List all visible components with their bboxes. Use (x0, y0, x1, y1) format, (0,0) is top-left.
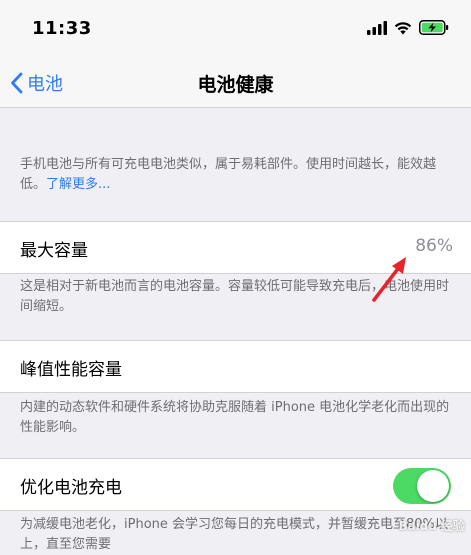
status-bar: 11:33 (0, 0, 471, 58)
intro-text-block: 手机电池与所有可充电电池类似，属于易耗部件。使用时间越长，能效越低。了解更多..… (20, 155, 453, 195)
optimized-charging-description: 为减缓电池老化，iPhone 会学习您每日的充电模式，并暂缓充电至80%以上，直… (20, 515, 453, 555)
optimized-charging-label: 优化电池充电 (20, 473, 122, 498)
battery-charging-icon (419, 20, 449, 35)
optimized-charging-cell: 优化电池充电 (0, 458, 471, 511)
peak-performance-label: 峰值性能容量 (20, 355, 122, 380)
navigation-bar: 电池 电池健康 (0, 58, 471, 108)
peak-performance-cell[interactable]: 峰值性能容量 (0, 340, 471, 393)
peak-performance-description: 内建的动态软件和硬件系统将协助克服随着 iPhone 电池化学老化而出现的性能影… (20, 398, 453, 438)
toggle-knob (417, 470, 449, 502)
max-capacity-label: 最大容量 (20, 236, 88, 261)
annotation-arrow-icon (366, 254, 412, 306)
status-time: 11:33 (32, 18, 92, 39)
wifi-icon (394, 21, 412, 35)
page-title: 电池健康 (0, 70, 471, 97)
learn-more-link[interactable]: 了解更多... (46, 177, 110, 192)
watermark: Baidu 经验 (398, 517, 465, 534)
max-capacity-value: 86% (415, 236, 453, 256)
cellular-signal-icon (367, 21, 387, 35)
optimized-charging-toggle[interactable] (393, 468, 451, 504)
status-icons (367, 20, 449, 35)
